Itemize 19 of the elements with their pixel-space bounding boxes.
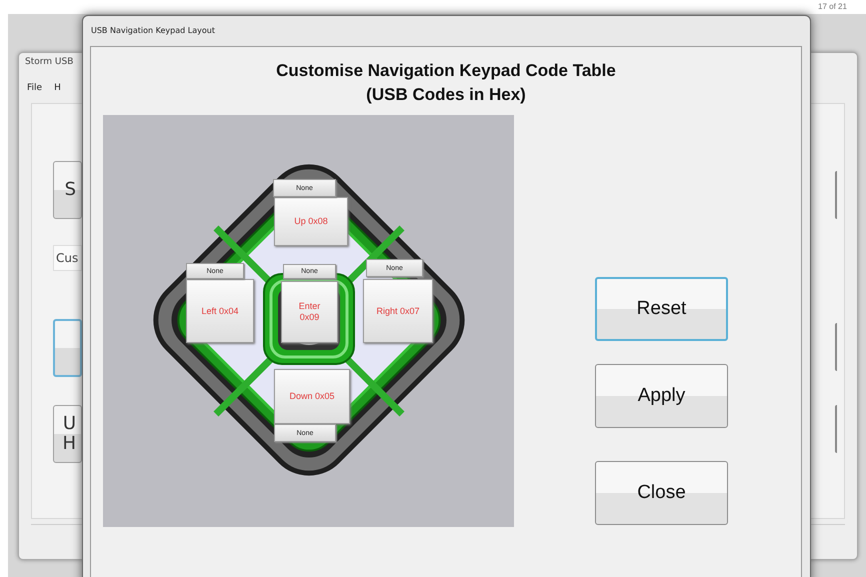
- key-button[interactable]: Enter 0x09: [281, 281, 338, 343]
- window-button[interactable]: U H: [53, 405, 82, 463]
- page-number: 17 of 21: [818, 2, 847, 11]
- window-title: Storm USB: [25, 57, 74, 67]
- window-button[interactable]: [53, 319, 82, 377]
- key-button[interactable]: Left 0x04: [186, 279, 254, 343]
- menu-item[interactable]: H: [54, 83, 61, 93]
- dialog-button[interactable]: Apply: [595, 364, 728, 428]
- key-button[interactable]: Right 0x07: [363, 279, 433, 343]
- dialog-button[interactable]: Reset: [595, 277, 728, 341]
- dialog-title: USB Navigation Keypad Layout: [91, 26, 215, 35]
- key-button[interactable]: Up 0x08: [274, 197, 348, 246]
- dialog-heading: (USB Codes in Hex): [366, 84, 526, 106]
- window-button[interactable]: S: [53, 161, 82, 219]
- key-button[interactable]: Down 0x05: [274, 369, 350, 424]
- input-field[interactable]: Cus: [53, 245, 82, 271]
- dialog-button[interactable]: Close: [595, 461, 728, 525]
- dialog-heading: Customise Navigation Keypad Code Table: [276, 60, 616, 82]
- menu-item[interactable]: File: [27, 83, 42, 93]
